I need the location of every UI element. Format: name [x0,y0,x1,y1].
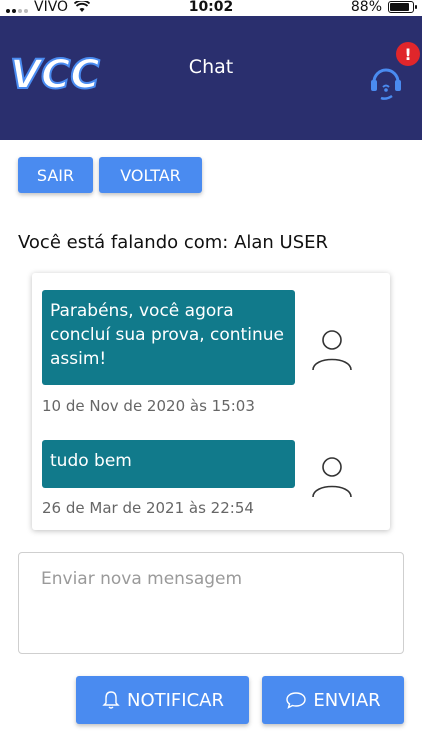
app-header: VCC Chat ! [0,16,422,140]
battery-percent: 88% [350,0,382,15]
message-bubble: Parabéns, você agora concluí sua prova, … [42,290,295,385]
alert-badge-icon: ! [396,42,420,66]
status-bar: VIVO 10:02 88% [0,0,422,16]
send-button-label: ENVIAR [313,689,381,711]
user-avatar-icon [312,330,352,371]
user-avatar-icon [312,457,352,498]
notify-button[interactable]: NOTIFICAR [76,676,249,724]
notify-button-label: NOTIFICAR [127,689,224,711]
talking-with-label: Você está falando com: Alan USER [18,232,329,253]
message-date: 10 de Nov de 2020 às 15:03 [42,397,255,415]
exit-button[interactable]: SAIR [18,157,93,193]
chat-bubble-icon [286,692,307,709]
message-date: 26 de Mar de 2021 às 22:54 [42,499,254,517]
new-message-input[interactable] [18,552,404,654]
bell-icon [102,691,120,709]
battery-icon [388,1,417,13]
chat-messages-card: Parabéns, você agora concluí sua prova, … [32,273,390,530]
support-headset-icon[interactable] [366,60,406,104]
message-bubble: tudo bem [42,440,295,488]
page-title: Chat [188,56,234,78]
battery-fill [390,3,410,11]
back-button[interactable]: VOLTAR [99,157,202,193]
status-right: 88% [350,0,417,15]
send-button[interactable]: ENVIAR [262,676,404,724]
